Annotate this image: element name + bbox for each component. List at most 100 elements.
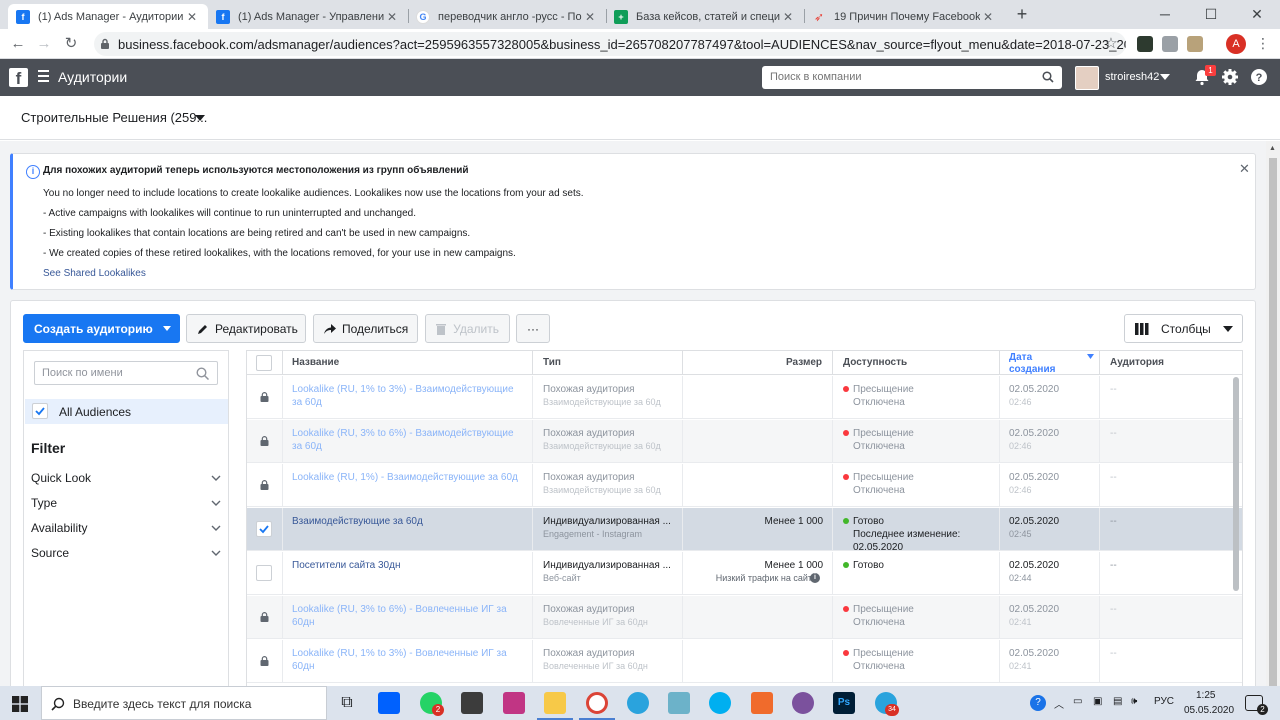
browser-tab-ads-manage[interactable]: f (1) Ads Manager - Управление р ✕ [208,4,408,29]
forward-arrow-icon[interactable]: → [34,34,54,54]
laptop-icon[interactable]: ▭ [1073,696,1082,707]
see-shared-lookalikes-link[interactable]: See Shared Lookalikes [43,268,146,279]
column-header-size[interactable]: Размер [786,357,822,368]
table-row[interactable]: Lookalike (RU, 1% to 3%) - Взаимодейству… [247,376,1242,419]
select-all-checkbox[interactable] [256,355,272,371]
back-arrow-icon[interactable]: ← [8,34,28,54]
browser-tab-sheets[interactable]: + База кейсов, статей и специали ✕ [606,4,804,29]
user-avatar[interactable] [1075,66,1099,90]
page-scrollbar-thumb[interactable] [1269,158,1277,720]
username-label[interactable]: stroiresh42 [1105,71,1159,83]
close-tab-icon[interactable]: ✕ [980,10,996,24]
maximize-window-button[interactable]: ☐ [1188,2,1234,26]
browser-tab-google-search[interactable]: G переводчик англо -русс - Поис ✕ [408,4,606,29]
table-row[interactable]: Взаимодействующие за 60д Индивидуализиров… [247,508,1242,551]
help-icon[interactable]: ? [1250,68,1268,86]
browser-menu-icon[interactable]: ⋮ [1256,35,1270,52]
audience-name-link[interactable]: Lookalike (RU, 1%) - Взаимодействующие з… [292,471,522,484]
search-icon[interactable] [1042,71,1054,83]
columns-button[interactable]: Столбцы [1124,314,1243,343]
chevron-down-icon[interactable] [1160,74,1170,80]
viber-icon[interactable] [792,692,814,714]
create-audience-button[interactable]: Создать аудиторию [23,314,180,343]
reload-icon[interactable]: ↻ [61,34,81,54]
extension-picture-icon[interactable] [1187,36,1203,52]
browser-tab-article[interactable]: ➶ 19 Причин Почему Facebook За ✕ [804,4,1004,29]
share-button[interactable]: Поделиться [313,314,418,343]
task-view-icon[interactable]: ⧉ [336,692,358,714]
clock-time[interactable]: 1:25 [1196,690,1215,701]
filter-source[interactable]: Source [31,546,221,564]
browser-tab-ads-audiences[interactable]: f (1) Ads Manager - Аудитории ✕ [8,4,208,29]
audience-name-link[interactable]: Взаимодействующие за 60д [292,515,522,528]
filter-quick-look[interactable]: Quick Look [31,471,221,489]
all-audiences-option[interactable]: All Audiences [25,399,228,424]
windows-start-icon[interactable] [12,696,28,712]
close-tab-icon[interactable]: ✕ [384,10,400,24]
url-field[interactable]: business.facebook.com/adsmanager/audienc… [94,32,1126,56]
table-row[interactable]: Lookalike (RU, 1%) - Взаимодействующие з… [247,464,1242,507]
edit-button[interactable]: Редактировать [186,314,306,343]
facebook-logo-icon[interactable]: f [9,68,28,87]
table-row[interactable]: Lookalike (RU, 3% to 6%) - Взаимодейству… [247,420,1242,463]
volume-icon[interactable]: 🕪 [1131,696,1137,707]
help-icon[interactable]: ? [1030,695,1046,711]
column-header-type[interactable]: Тип [543,357,561,368]
file-explorer-icon[interactable] [544,692,566,714]
close-window-button[interactable]: ✕ [1234,2,1280,26]
table-scrollbar[interactable] [1233,377,1239,591]
hamburger-menu-icon[interactable] [38,70,49,84]
column-header-name[interactable]: Название [292,357,339,368]
network-icon[interactable]: ▤ [1113,696,1122,707]
skype-icon[interactable] [709,692,731,714]
name-search-input[interactable]: Поиск по имени [34,361,218,385]
filter-type[interactable]: Type [31,496,221,514]
delete-button[interactable]: Удалить [425,314,510,343]
calculator-icon[interactable] [461,692,483,714]
telegram-icon[interactable] [627,692,649,714]
sort-desc-icon[interactable] [1087,354,1094,359]
row-checkbox[interactable] [256,521,272,537]
app-icon[interactable] [503,692,525,714]
bookmark-star-icon[interactable]: ☆ [1101,34,1121,54]
more-actions-button[interactable]: ··· [516,314,550,343]
table-row[interactable]: Посетители сайта 30дн Индивидуализированн… [247,552,1242,595]
notepad-icon[interactable] [668,692,690,714]
gear-icon[interactable] [1221,68,1239,86]
audience-name-link[interactable]: Lookalike (RU, 3% to 6%) - Вовлеченные И… [292,603,522,629]
audience-name-link[interactable]: Lookalike (RU, 1% to 3%) - Вовлеченные И… [292,647,522,673]
column-header-date[interactable]: Дата создания [1009,352,1069,376]
scroll-up-arrow-icon[interactable]: ▲ [1269,145,1276,152]
photoshop-icon[interactable]: Ps [833,692,855,714]
chevron-down-icon[interactable] [195,115,205,121]
info-icon[interactable]: i [810,573,820,583]
column-header-audience[interactable]: Аудитория [1110,357,1164,368]
dropbox-icon[interactable] [378,692,400,714]
extension-icon[interactable] [1137,36,1153,52]
table-row[interactable]: Lookalike (RU, 1% to 3%) - Вовлеченные И… [247,640,1242,683]
new-tab-button[interactable]: + [1013,4,1031,24]
page-scrollbar[interactable]: ▲ [1266,141,1280,720]
profile-avatar[interactable]: A [1226,34,1246,54]
row-checkbox[interactable] [256,565,272,581]
business-search-input[interactable] [762,66,1062,89]
extension-code-icon[interactable] [1162,36,1178,52]
media-player-icon[interactable] [751,692,773,714]
clock-date[interactable]: 05.05.2020 [1184,705,1234,716]
chrome-icon[interactable] [586,692,608,714]
ad-account-selector[interactable]: Строительные Решения (259... [21,110,207,125]
table-row[interactable]: Lookalike (RU, 3% to 6%) - Вовлеченные И… [247,596,1242,639]
taskbar-search-box[interactable]: Введите здесь текст для поиска [41,686,327,720]
chevron-up-icon[interactable]: ︿ [1054,696,1064,711]
minimize-window-button[interactable]: ─ [1142,2,1188,26]
monitor-icon[interactable]: ▣ [1093,696,1102,707]
audience-name-link[interactable]: Посетители сайта 30дн [292,559,522,572]
filter-availability[interactable]: Availability [31,521,221,539]
close-icon[interactable]: ✕ [1239,161,1250,177]
audience-name-link[interactable]: Lookalike (RU, 1% to 3%) - Взаимодейству… [292,383,522,409]
close-tab-icon[interactable]: ✕ [184,10,200,24]
column-header-availability[interactable]: Доступность [843,357,907,368]
audience-name-link[interactable]: Lookalike (RU, 3% to 6%) - Взаимодейству… [292,427,522,453]
close-tab-icon[interactable]: ✕ [582,10,598,24]
language-indicator[interactable]: РУС [1154,696,1174,707]
